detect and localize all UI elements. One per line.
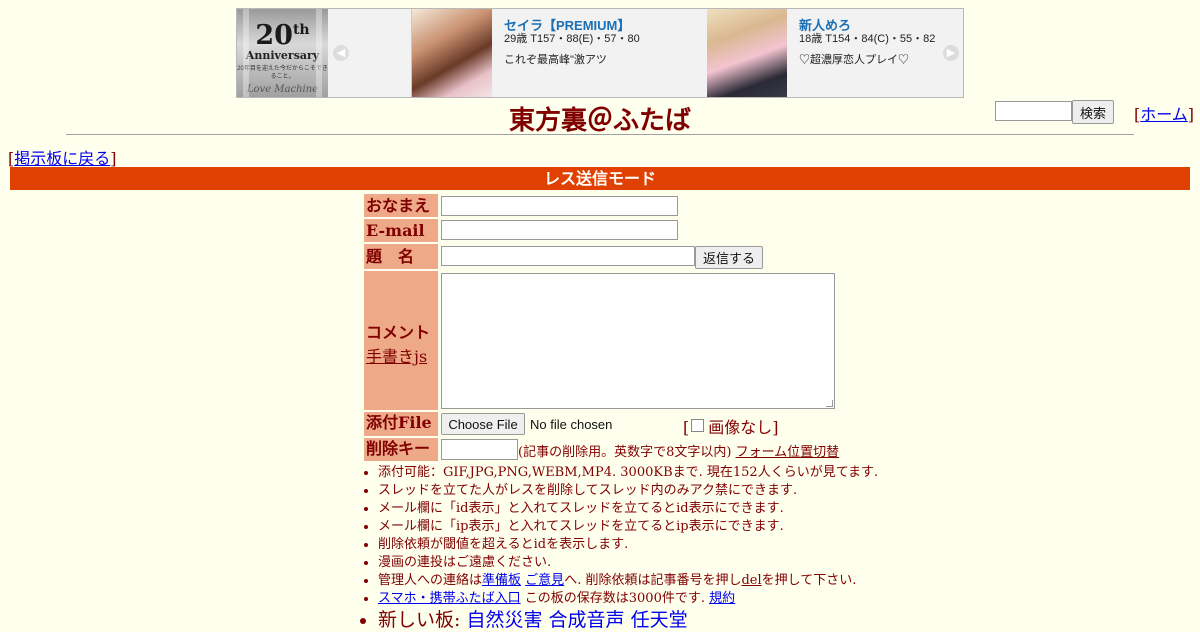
list-item: 漫画の連投はご遠慮ください. (378, 554, 878, 572)
submit-reply-button[interactable]: 返信する (695, 246, 763, 269)
new-board-link[interactable]: 自然災害 (466, 609, 542, 631)
comment-textarea[interactable] (441, 273, 835, 409)
mode-banner: レス送信モード (10, 167, 1190, 190)
ad-banner[interactable]: 20th Anniversary 20年目を迎えた今だからこそできること。 Lo… (236, 8, 964, 98)
banner-card-catch: これぞ最高峰"激アツ (504, 54, 607, 66)
back-to-board-link[interactable]: 掲示板に戻る (14, 149, 110, 168)
page-title: 東方裏＠ふたば (508, 106, 691, 136)
list-item: メール欄に「id表示」と入れてスレッドを立てるとid表示にできます. (378, 500, 878, 518)
mobile-entrance-link[interactable]: スマホ・携帯ふたば入口 (378, 591, 521, 606)
banner-card-stats: 29歳 T157・88(E)・57・80 (504, 33, 640, 45)
anniversary-ad-image[interactable]: 20th Anniversary 20年目を迎えた今だからこそできること。 Lo… (237, 9, 328, 97)
divider (66, 134, 1134, 135)
no-image-label: 画像なし (708, 418, 773, 437)
file-label: 添付File (364, 412, 438, 436)
email-label: E-mail (364, 219, 438, 242)
new-board-link[interactable]: 合成音声 (549, 609, 625, 631)
list-item: メール欄に「ip表示」と入れてスレッドを立てるとip表示にできます. (378, 518, 878, 536)
list-item: 管理人への連絡は準備板 ご意見へ. 削除依頼は記事番号を押しdelを押して下さい… (378, 572, 878, 590)
new-board-link[interactable]: 任天堂 (631, 609, 688, 631)
delete-key-label: 削除キー (364, 438, 438, 461)
anniversary-number: 20th (255, 20, 310, 51)
banner-card-photo (707, 9, 787, 97)
rules-link[interactable]: 規約 (709, 591, 735, 606)
list-item: 削除依頼が閾値を超えるとidを表示します. (378, 536, 878, 554)
resize-grip-icon[interactable] (826, 400, 833, 407)
banner-card-catch: ♡超濃厚恋人プレイ♡ (799, 54, 909, 66)
subject-input[interactable] (441, 246, 695, 266)
chevron-left-icon[interactable]: ◀ (333, 45, 349, 61)
notes-list: 添付可能：GIF,JPG,PNG,WEBM,MP4. 3000KBまで. 現在1… (360, 464, 878, 632)
pillar-decoration (243, 9, 249, 97)
banner-card-photo (412, 9, 492, 97)
delete-key-note: (記事の削除用。英数字で8文字以内) (518, 445, 732, 460)
chevron-right-icon[interactable]: ▶ (943, 45, 959, 61)
comment-label: コメント (366, 323, 431, 342)
name-input[interactable] (441, 196, 678, 216)
banner-card-stats: 18歳 T154・84(C)・55・82 (799, 33, 936, 45)
form-position-toggle-link[interactable]: フォーム位置切替 (736, 445, 840, 460)
banner-card[interactable]: セイラ【PREMIUM】 29歳 T157・88(E)・57・80 これぞ最高峰… (411, 9, 704, 97)
delete-key-input[interactable] (441, 439, 518, 460)
anniversary-tagline: 20年目を迎えた今だからこそできること。 (237, 66, 328, 80)
no-image-option: [画像なし] (683, 418, 779, 437)
name-label: おなまえ (364, 194, 438, 217)
list-item: スレッドを立てた人がレスを削除してスレッド内のみアク禁にできます. (378, 482, 878, 500)
anniversary-label: Anniversary (245, 49, 320, 62)
del-link[interactable]: del (741, 573, 761, 588)
file-status: No file chosen (530, 417, 613, 432)
pillar-decoration (316, 9, 322, 97)
back-link-wrapper: [掲示板に戻る] (8, 149, 117, 168)
handwrite-js-link[interactable]: 手書きjs (366, 347, 427, 366)
subject-label: 題 名 (364, 244, 438, 269)
list-item: スマホ・携帯ふたば入口 この板の保存数は3000件です. 規約 (378, 590, 878, 608)
banner-card[interactable]: 新人めろ 18歳 T154・84(C)・55・82 ♡超濃厚恋人プレイ♡ (707, 9, 939, 97)
email-input[interactable] (441, 220, 678, 240)
choose-file-button[interactable]: Choose File (441, 413, 525, 435)
comment-label-cell: コメント 手書きjs (364, 271, 438, 410)
anniversary-script: Love Machine (246, 84, 319, 95)
list-item: 添付可能：GIF,JPG,PNG,WEBM,MP4. 3000KBまで. 現在1… (378, 464, 878, 482)
list-item: 新しい板: 自然災害 合成音声 任天堂 (378, 608, 878, 632)
no-image-checkbox[interactable] (691, 419, 705, 432)
feedback-link[interactable]: ご意見 (525, 573, 564, 588)
delete-key-note-wrapper: (記事の削除用。英数字で8文字以内) フォーム位置切替 (518, 441, 839, 460)
preparation-board-link[interactable]: 準備板 (482, 573, 521, 588)
